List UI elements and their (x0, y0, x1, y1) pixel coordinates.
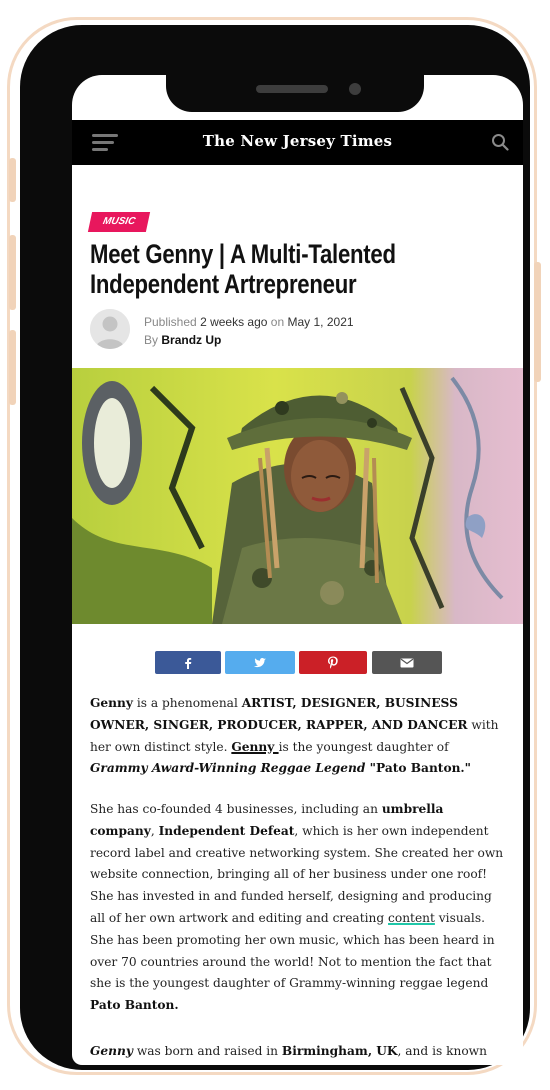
author-link[interactable]: Brandz Up (161, 333, 221, 347)
volume-down-button (9, 330, 16, 405)
on-word: on (270, 315, 285, 329)
article-paragraph-3: Genny was born and raised in Birmingham,… (90, 1041, 508, 1063)
hero-image (72, 368, 523, 624)
p2-comma: , (150, 823, 159, 838)
article-meta: Published 2 weeks ago on May 1, 2021 By … (144, 313, 354, 349)
power-button (534, 262, 541, 382)
volume-up-button (9, 235, 16, 310)
article-title-line-1: Meet Genny | A Multi-Talented (90, 239, 396, 269)
p1-text-3: is the youngest daughter of (278, 739, 449, 754)
byline: By Brandz Up (144, 331, 354, 349)
facebook-icon (185, 657, 192, 669)
p3-text-1: was born and raised in (132, 1044, 282, 1058)
p1-grammy-legend: Grammy Award-Winning Reggae Legend (90, 761, 366, 776)
genny-link[interactable]: Genny (231, 740, 278, 754)
front-camera (349, 83, 361, 95)
search-icon[interactable] (491, 133, 509, 151)
twitter-share-button[interactable] (225, 651, 295, 674)
p2-text-1: She has co-founded 4 businesses, includi… (90, 802, 382, 816)
p2-independent-defeat: Independent Defeat (158, 823, 295, 838)
site-header: The New Jersey Times (72, 120, 523, 165)
email-share-button[interactable] (372, 651, 442, 674)
p1-pato-banton: "Pato Banton." (365, 761, 472, 776)
published-line: Published 2 weeks ago on May 1, 2021 (144, 313, 354, 331)
article-title-line-2: Independent Artrepreneur (90, 269, 357, 299)
published-prefix: Published (144, 315, 197, 329)
relative-time: 2 weeks ago (200, 315, 268, 329)
twitter-icon (254, 657, 266, 667)
p3-genny: Genny (90, 1044, 133, 1058)
article-paragraph-1: Genny is a phenomenal ARTIST, DESIGNER, … (90, 693, 508, 780)
p3-birmingham: Birmingham, UK (281, 1044, 398, 1058)
hero-photo-illustration (72, 368, 523, 624)
p1-text-1: is a phenomenal (132, 696, 242, 710)
author-avatar[interactable] (90, 309, 130, 349)
genny-name: Genny (90, 696, 133, 710)
article-paragraph-2: She has co-founded 4 businesses, includi… (90, 799, 508, 1017)
phone-screen: The New Jersey Times MUSIC Meet Genny | … (72, 75, 523, 1065)
phone-frame: The New Jersey Times MUSIC Meet Genny | … (20, 25, 530, 1070)
article-title: Meet Genny | A Multi-Talented Independen… (90, 239, 510, 299)
facebook-share-button[interactable] (155, 651, 221, 674)
category-badge[interactable]: MUSIC (87, 212, 151, 232)
pinterest-share-button[interactable] (299, 651, 367, 674)
publish-date: May 1, 2021 (287, 315, 354, 329)
pinterest-icon (328, 656, 338, 669)
by-prefix: By (144, 333, 159, 347)
p2-pato-banton: Pato Banton. (90, 998, 179, 1013)
user-avatar-icon (90, 309, 130, 349)
mute-switch (9, 158, 16, 202)
p2-text-2: , which is her own independent record la… (90, 823, 504, 925)
content-link[interactable]: content (388, 911, 435, 925)
phone-notch (166, 47, 424, 112)
p3-text-2: , and is known (397, 1044, 487, 1058)
site-logo[interactable]: The New Jersey Times (72, 132, 523, 150)
email-icon (400, 658, 414, 667)
speaker-grille (256, 85, 328, 93)
